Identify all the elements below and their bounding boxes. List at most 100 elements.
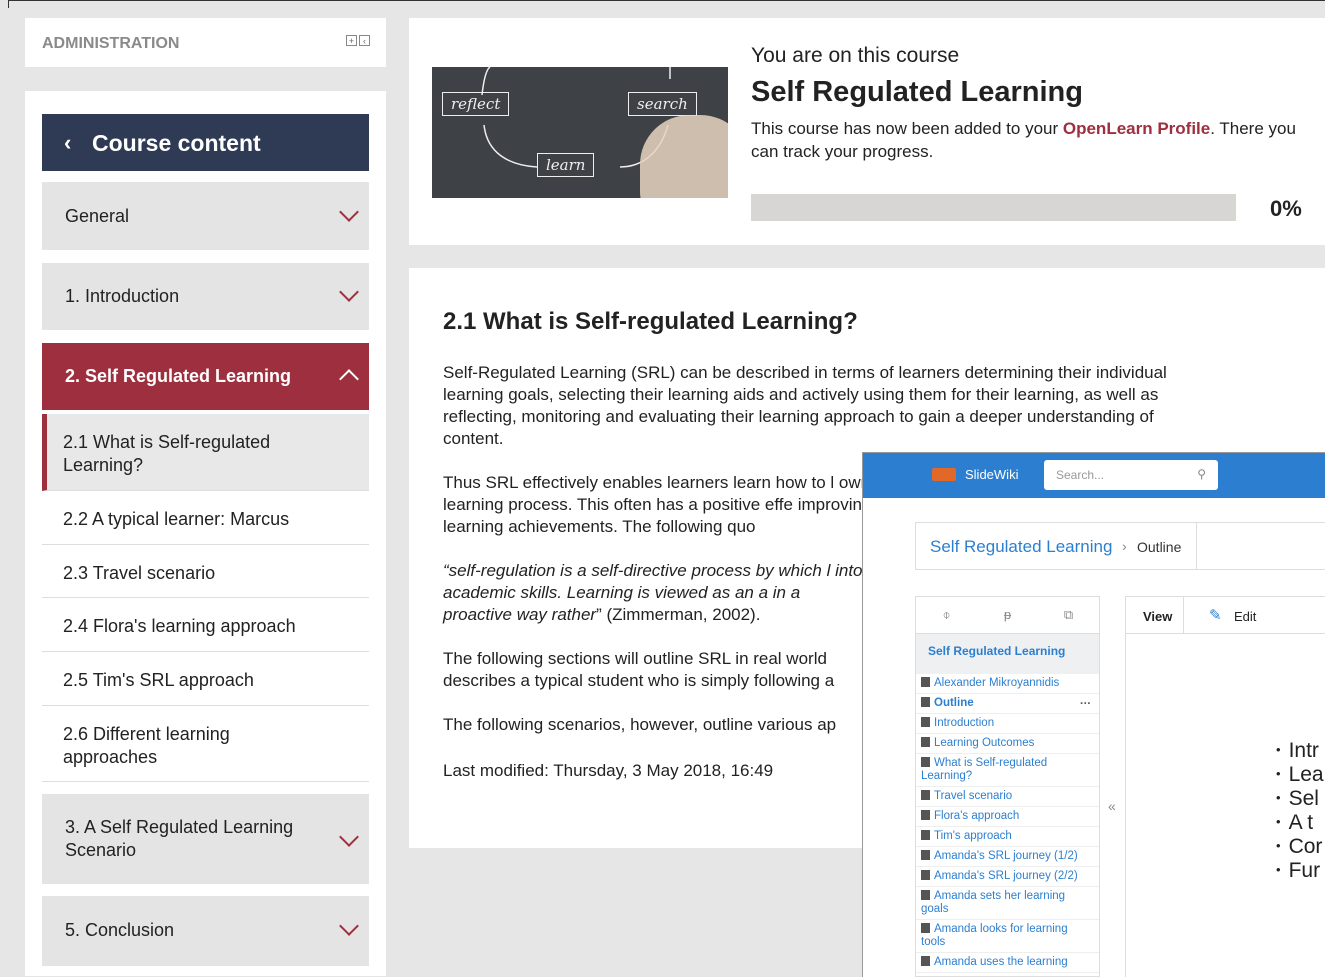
tree-item-label: What is Self-regulated Learning? — [921, 757, 1048, 782]
section-label: 5. Conclusion — [65, 920, 175, 940]
section-general[interactable]: General — [42, 182, 369, 250]
chevron-down-icon — [339, 916, 359, 936]
tree-item[interactable]: Introduction — [916, 714, 1099, 734]
document-icon — [921, 956, 930, 966]
view-edit-tabs: View ✎ Edit — [1125, 596, 1325, 634]
quote: “self-regulation is a self-directive pro… — [443, 560, 873, 626]
tree-item[interactable]: Amanda looks for learning tools — [916, 920, 1099, 953]
breadcrumb-deck-link[interactable]: Self Regulated Learning — [930, 537, 1112, 557]
tree-item[interactable]: Amanda uses the learning — [916, 953, 1099, 973]
on-course-text: You are on this course — [751, 44, 960, 67]
tree-item[interactable]: Amanda's SRL journey (1/2) — [916, 847, 1099, 867]
subsection-label: 2.6 Different learning approaches — [63, 724, 230, 767]
dock-icon[interactable]: + — [346, 35, 357, 46]
slide-bullet: A t — [1276, 810, 1324, 834]
paragraph: The following scenarios, however, outlin… — [443, 715, 837, 734]
slidewiki-logo — [932, 468, 956, 481]
tree-item-label: Tim's approach — [934, 830, 1012, 842]
openlearn-profile-link[interactable]: OpenLearn Profile — [1063, 119, 1210, 138]
document-icon — [921, 757, 930, 767]
section-label: 1. Introduction — [65, 286, 180, 306]
collapse-icon[interactable]: ‹ — [359, 35, 370, 46]
tree-list: Alexander Mikroyannidis Outline … Introduct… — [916, 674, 1099, 973]
subsection-2-4[interactable]: 2.4 Flora's learning approach — [42, 598, 369, 652]
fork-icon[interactable]: ⌽ — [916, 597, 977, 633]
document-icon — [921, 677, 930, 687]
chevron-left-icon: ‹ — [64, 130, 72, 155]
document-icon — [921, 697, 930, 707]
pin-icon[interactable]: ᵽ — [977, 597, 1038, 633]
tree-toolbar: ⌽ ᵽ ⧉ — [915, 596, 1100, 634]
paragraph: Self-Regulated Learning (SRL) can be des… — [443, 363, 1167, 448]
more-options-icon[interactable]: … — [1080, 695, 1092, 708]
course-content-label: Course content — [92, 130, 261, 156]
progress-bar — [751, 194, 1236, 221]
search-placeholder: Search... — [1056, 468, 1105, 482]
tree-title[interactable]: Self Regulated Learning — [916, 634, 1099, 674]
section-introduction[interactable]: 1. Introduction — [42, 263, 369, 330]
tab-view[interactable]: View — [1143, 609, 1172, 624]
tree-item[interactable]: Learning Outcomes — [916, 734, 1099, 754]
tree-item-label: Amanda looks for learning tools — [921, 923, 1068, 948]
slide-bullet: Fur — [1276, 858, 1324, 882]
search-icon: ⚲ — [1197, 467, 1206, 481]
course-title: Self Regulated Learning — [751, 76, 1083, 108]
chevron-down-icon — [339, 202, 359, 222]
section-self-regulated-learning[interactable]: 2. Self Regulated Learning — [42, 343, 369, 410]
slidewiki-header: SlideWiki Search... ⚲ — [863, 453, 1325, 498]
tree-item[interactable]: Alexander Mikroyannidis — [916, 674, 1099, 694]
paragraph: Thus SRL effectively enables learners le… — [443, 473, 872, 536]
slide-bullet: Cor — [1276, 834, 1324, 858]
chevron-down-icon — [339, 282, 359, 302]
tree-item-label: Amanda uses the learning — [934, 956, 1068, 968]
subsection-2-5[interactable]: 2.5 Tim's SRL approach — [42, 652, 369, 706]
collapse-tree-icon[interactable]: « — [1108, 798, 1116, 814]
slide-bullet: Sel — [1276, 786, 1324, 810]
block-controls: + ‹ — [346, 35, 370, 46]
tree-item[interactable]: What is Self-regulated Learning? — [916, 754, 1099, 787]
document-icon — [921, 890, 930, 900]
subsection-label: 2.2 A typical learner: Marcus — [63, 509, 290, 529]
subsection-2-2[interactable]: 2.2 A typical learner: Marcus — [42, 491, 369, 545]
subsection-2-1[interactable]: 2.1 What is Self-regulated Learning? — [42, 414, 369, 491]
course-description: This course has now been added to your O… — [751, 117, 1311, 163]
copy-icon[interactable]: ⧉ — [1038, 597, 1099, 633]
tree-item[interactable]: Travel scenario — [916, 787, 1099, 807]
divider — [1196, 523, 1197, 569]
tree-item-label: Amanda sets her learning goals — [921, 890, 1066, 915]
progress-percentage: 0% — [1270, 196, 1302, 221]
paragraph: The following sections will outline SRL … — [443, 649, 835, 690]
quote-citation: ” (Zimmerman, 2002). — [596, 605, 761, 624]
section-conclusion[interactable]: 5. Conclusion — [42, 896, 369, 966]
edit-icon: ✎ — [1209, 607, 1222, 624]
tree-item[interactable]: Tim's approach — [916, 827, 1099, 847]
tree-item[interactable]: Amanda's SRL journey (2/2) — [916, 867, 1099, 887]
tree-item[interactable]: Amanda sets her learning goals — [916, 887, 1099, 920]
section-scenario[interactable]: 3. A Self Regulated Learning Scenario — [42, 794, 369, 884]
tree-item-label: Outline — [934, 697, 974, 709]
tree-item-label: Alexander Mikroyannidis — [934, 677, 1060, 689]
subsection-label: 2.4 Flora's learning approach — [63, 616, 296, 636]
breadcrumb: Self Regulated Learning › Outline — [915, 522, 1325, 570]
hero-word: search — [628, 92, 697, 116]
course-navigation: ‹ Course content General 1. Introduction… — [25, 91, 386, 976]
tab-edit[interactable]: Edit — [1234, 609, 1256, 624]
document-icon — [921, 810, 930, 820]
course-summary-panel: reflect search learn You are on this cou… — [409, 18, 1325, 245]
subsection-2-6[interactable]: 2.6 Different learning approaches — [42, 706, 369, 782]
course-content-header[interactable]: ‹ Course content — [42, 114, 369, 171]
subsection-2-3[interactable]: 2.3 Travel scenario — [42, 545, 369, 598]
course-hero-image: reflect search learn — [432, 67, 728, 198]
tree-item-label: Learning Outcomes — [934, 737, 1035, 749]
tree-item[interactable]: Outline … — [916, 694, 1099, 714]
section-label: 2. Self Regulated Learning — [65, 366, 292, 386]
document-icon — [921, 850, 930, 860]
tree-item-label: Amanda's SRL journey (2/2) — [934, 870, 1078, 882]
document-icon — [921, 717, 930, 727]
tree-item[interactable]: Flora's approach — [916, 807, 1099, 827]
slidewiki-search-input[interactable]: Search... ⚲ — [1044, 460, 1218, 490]
window-frame — [8, 0, 1325, 8]
tree-item-label: Introduction — [934, 717, 995, 729]
tree-item-label: Flora's approach — [934, 810, 1020, 822]
document-icon — [921, 923, 930, 933]
